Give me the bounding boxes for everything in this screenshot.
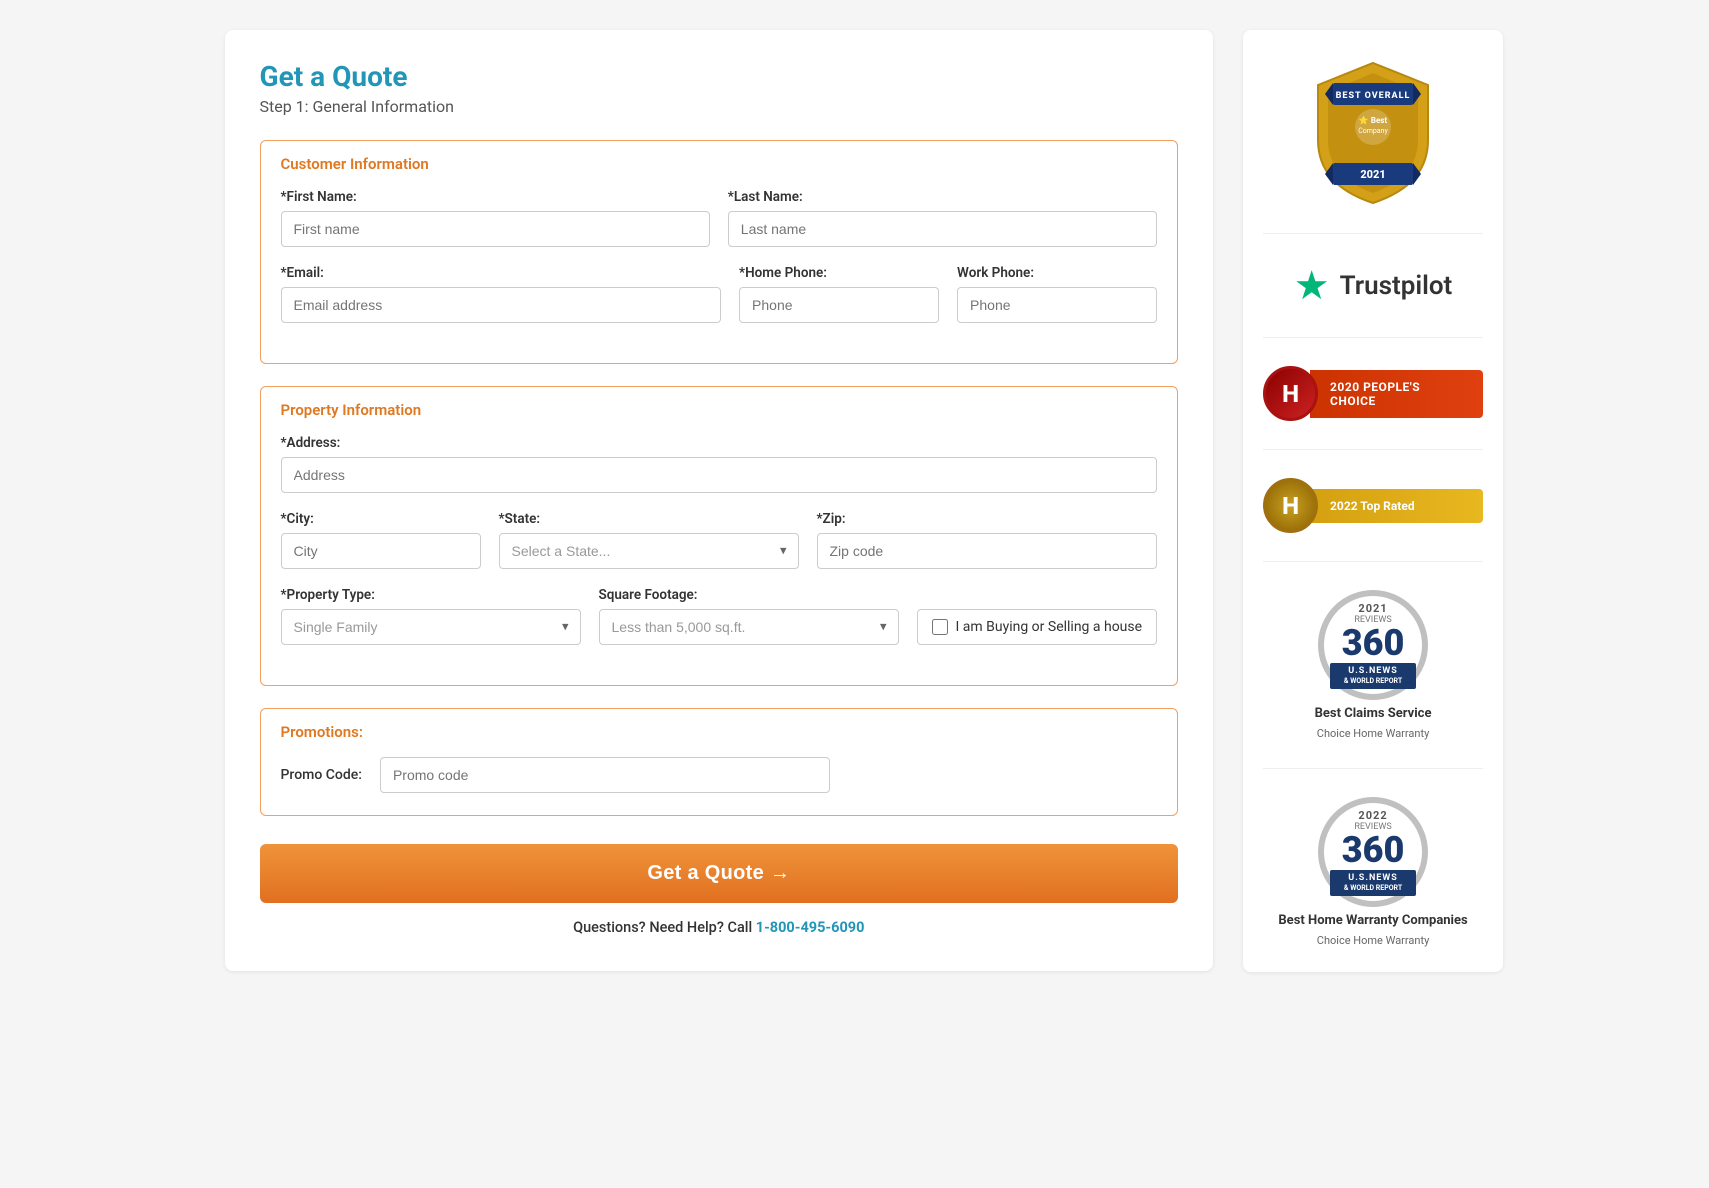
svg-text:2021: 2021: [1360, 168, 1385, 181]
last-name-input[interactable]: [728, 211, 1157, 247]
svg-text:BEST OVERALL: BEST OVERALL: [1336, 91, 1411, 101]
email-group: *Email:: [281, 265, 722, 323]
state-label: *State:: [499, 511, 799, 527]
buying-selling-label: I am Buying or Selling a house: [956, 619, 1143, 635]
peoples-choice-ribbon: 2020 PEOPLE'S CHOICE: [1310, 370, 1483, 418]
help-text: Questions? Need Help? Call 1-800-495-609…: [260, 919, 1179, 936]
divider-3: [1263, 449, 1483, 450]
work-phone-input[interactable]: [957, 287, 1157, 323]
page-wrapper: Get a Quote Step 1: General Information …: [225, 30, 1485, 972]
promotions-section: Promotions: Promo Code:: [260, 708, 1179, 816]
promo-code-label: Promo Code:: [281, 767, 362, 783]
sidebar: ⭐ Best Company BEST OVERALL 2021 ★ Trust…: [1243, 30, 1503, 972]
divider-1: [1263, 233, 1483, 234]
contact-row: *Email: *Home Phone: Work Phone:: [281, 265, 1158, 323]
square-footage-group: Square Footage: Less than 5,000 sq.ft. 5…: [599, 587, 899, 645]
square-footage-select-wrapper: Less than 5,000 sq.ft. 5,000 - 10,000 sq…: [599, 609, 899, 645]
usnews-2022-sub: Choice Home Warranty: [1317, 934, 1429, 947]
state-group: *State: Select a State... AlabamaAlaskaA…: [499, 511, 799, 569]
square-footage-select[interactable]: Less than 5,000 sq.ft. 5,000 - 10,000 sq…: [599, 609, 899, 645]
address-input[interactable]: [281, 457, 1158, 493]
get-quote-button[interactable]: Get a Quote →: [260, 844, 1179, 903]
top-rated-badge: H 2022 Top Rated: [1263, 478, 1483, 533]
property-information-section: Property Information *Address: *City: *S…: [260, 386, 1179, 686]
city-group: *City:: [281, 511, 481, 569]
last-name-label: *Last Name:: [728, 189, 1157, 205]
peoples-choice-icon: H: [1263, 366, 1318, 421]
page-title: Get a Quote: [260, 60, 1179, 93]
buying-selling-checkbox[interactable]: [932, 619, 948, 635]
usnews-2022-badge: 2022 REVIEWS 360 U.S.NEWS& WORLD REPORT …: [1263, 797, 1483, 947]
trustpilot-star-icon: ★: [1294, 262, 1330, 309]
state-select-wrapper: Select a State... AlabamaAlaskaArizona A…: [499, 533, 799, 569]
name-row: *First Name: *Last Name:: [281, 189, 1158, 247]
peoples-choice-container: H 2020 PEOPLE'S CHOICE: [1263, 366, 1483, 421]
trustpilot-label: Trustpilot: [1340, 271, 1453, 301]
usnews-2022-year: 2022: [1358, 809, 1387, 822]
city-state-zip-row: *City: *State: Select a State... Alabama…: [281, 511, 1158, 569]
usnews-2022-circle: 2022 REVIEWS 360 U.S.NEWS& WORLD REPORT: [1318, 797, 1428, 907]
last-name-group: *Last Name:: [728, 189, 1157, 247]
email-input[interactable]: [281, 287, 722, 323]
phone-link[interactable]: 1-800-495-6090: [756, 919, 865, 936]
trustpilot-badge: ★ Trustpilot: [1263, 262, 1483, 309]
customer-section-title: Customer Information: [281, 155, 1158, 173]
square-footage-label: Square Footage:: [599, 587, 899, 603]
usnews-2021-badge: 2021 REVIEWS 360 U.S.NEWS& WORLD REPORT …: [1263, 590, 1483, 740]
first-name-group: *First Name:: [281, 189, 710, 247]
property-type-select-wrapper: Single Family Condo Multi-Family Townhou…: [281, 609, 581, 645]
page-subtitle: Step 1: General Information: [260, 97, 1179, 116]
top-rated-container: H 2022 Top Rated: [1263, 478, 1483, 533]
best-company-shield-icon: ⭐ Best Company BEST OVERALL 2021: [1303, 55, 1443, 205]
customer-information-section: Customer Information *First Name: *Last …: [260, 140, 1179, 364]
usnews-360-label: 360: [1342, 625, 1405, 661]
first-name-input[interactable]: [281, 211, 710, 247]
usnews-2022-logo-bar: U.S.NEWS& WORLD REPORT: [1330, 870, 1416, 896]
top-rated-ribbon: 2022 Top Rated: [1310, 489, 1483, 523]
divider-4: [1263, 561, 1483, 562]
home-phone-group: *Home Phone:: [739, 265, 939, 323]
home-phone-input[interactable]: [739, 287, 939, 323]
property-type-select[interactable]: Single Family Condo Multi-Family Townhou…: [281, 609, 581, 645]
top-rated-icon: H: [1263, 478, 1318, 533]
svg-text:⭐ Best: ⭐ Best: [1359, 115, 1387, 125]
property-type-label: *Property Type:: [281, 587, 581, 603]
city-label: *City:: [281, 511, 481, 527]
address-row: *Address:: [281, 435, 1158, 493]
home-phone-label: *Home Phone:: [739, 265, 939, 281]
email-label: *Email:: [281, 265, 722, 281]
divider-5: [1263, 768, 1483, 769]
promo-code-input[interactable]: [380, 757, 830, 793]
svg-text:Company: Company: [1358, 127, 1388, 135]
usnews-2021-year: 2021: [1358, 602, 1387, 615]
promotions-section-title: Promotions:: [281, 723, 1158, 741]
property-section-title: Property Information: [281, 401, 1158, 419]
help-prefix: Questions? Need Help? Call: [573, 919, 756, 936]
first-name-label: *First Name:: [281, 189, 710, 205]
usnews-2022-360-label: 360: [1342, 832, 1405, 868]
divider-2: [1263, 337, 1483, 338]
usnews-2021-circle: 2021 REVIEWS 360 U.S.NEWS& WORLD REPORT: [1318, 590, 1428, 700]
promo-row: Promo Code:: [281, 757, 1158, 793]
property-type-group: *Property Type: Single Family Condo Mult…: [281, 587, 581, 645]
zip-group: *Zip:: [817, 511, 1158, 569]
peoples-choice-badge: H 2020 PEOPLE'S CHOICE: [1263, 366, 1483, 421]
main-form: Get a Quote Step 1: General Information …: [225, 30, 1214, 971]
work-phone-label: Work Phone:: [957, 265, 1157, 281]
property-type-row: *Property Type: Single Family Condo Mult…: [281, 587, 1158, 645]
state-select[interactable]: Select a State... AlabamaAlaskaArizona A…: [499, 533, 799, 569]
city-input[interactable]: [281, 533, 481, 569]
buying-selling-group[interactable]: I am Buying or Selling a house: [917, 609, 1158, 645]
best-company-badge: ⭐ Best Company BEST OVERALL 2021: [1263, 55, 1483, 205]
address-group: *Address:: [281, 435, 1158, 493]
usnews-2021-sub: Choice Home Warranty: [1317, 727, 1429, 740]
usnews-2021-caption: Best Claims Service: [1315, 706, 1432, 721]
work-phone-group: Work Phone:: [957, 265, 1157, 323]
usnews-logo-bar: U.S.NEWS& WORLD REPORT: [1330, 663, 1416, 689]
zip-label: *Zip:: [817, 511, 1158, 527]
zip-input[interactable]: [817, 533, 1158, 569]
address-label: *Address:: [281, 435, 1158, 451]
trustpilot-row: ★ Trustpilot: [1294, 262, 1453, 309]
usnews-2022-caption: Best Home Warranty Companies: [1278, 913, 1467, 928]
